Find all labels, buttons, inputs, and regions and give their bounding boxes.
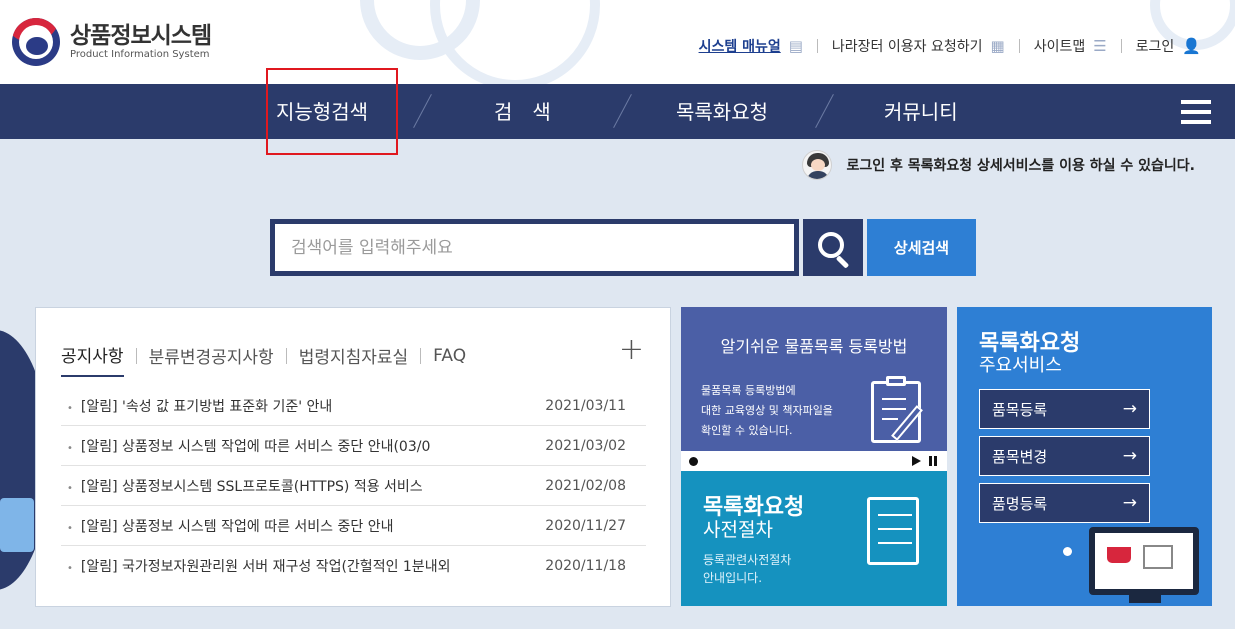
arrow-right-icon: → — [1122, 399, 1137, 419]
card-description: 물품목록 등록방법에 대한 교육영상 및 책자파일을 확인할 수 있습니다. — [701, 384, 833, 437]
slide-indicator[interactable] — [689, 457, 698, 466]
basket-icon — [1107, 547, 1131, 563]
notice-date: 2020/11/27 — [545, 517, 626, 534]
search-button[interactable] — [803, 219, 863, 276]
list-item[interactable]: [알림] 상품정보시스템 SSL프로토콜(HTTPS) 적용 서비스 2021/… — [61, 466, 646, 506]
search-icon — [818, 232, 844, 258]
card-subtitle: 사전절차 — [703, 519, 773, 541]
detail-search-button[interactable]: 상세검색 — [867, 219, 976, 276]
menu-icon[interactable] — [1181, 100, 1211, 124]
document-icon — [1143, 545, 1173, 569]
background-decoration — [0, 498, 34, 552]
list-icon: ☰ — [1093, 37, 1107, 55]
nav-divider — [815, 93, 834, 129]
main-nav: 지능형검색 검 색 목록화요청 커뮤니티 — [0, 84, 1235, 139]
arrow-right-icon: → — [1122, 493, 1137, 513]
slider-controls — [681, 451, 947, 471]
monitor-illustration — [1089, 527, 1199, 595]
item-change-button[interactable]: 품목변경 → — [979, 436, 1150, 476]
nav-divider — [613, 93, 632, 129]
card-subtitle: 주요서비스 — [979, 355, 1062, 376]
notice-title[interactable]: [알림] 상품정보 시스템 작업에 따른 서비스 중단 안내(03/0 — [61, 436, 521, 456]
nav-divider — [413, 93, 432, 129]
name-register-button[interactable]: 품명등록 → — [979, 483, 1150, 523]
tab-notices[interactable]: 공지사항 — [61, 342, 124, 377]
play-icon[interactable] — [912, 456, 921, 466]
card-description: 등록관련사전절차 안내입니다. — [703, 553, 792, 585]
notice-date: 2021/03/11 — [545, 397, 626, 414]
nav-community[interactable]: 커뮤니티 — [884, 96, 958, 125]
notice-date: 2021/03/02 — [545, 437, 626, 454]
notice-title[interactable]: [알림] 상품정보시스템 SSL프로토콜(HTTPS) 적용 서비스 — [61, 476, 521, 496]
nav-search[interactable]: 검 색 — [494, 96, 551, 125]
document-icon: ▤ — [788, 37, 803, 55]
login-link[interactable]: 로그인 — [1136, 36, 1175, 56]
search-box — [270, 219, 799, 276]
avatar-icon — [802, 150, 833, 180]
notice-panel: 공지사항 분류변경공지사항 법령지침자료실 FAQ + [알림] '속성 값 표… — [35, 307, 671, 607]
notice-date: 2020/11/18 — [545, 558, 626, 574]
tab-classification-notices[interactable]: 분류변경공지사항 — [149, 343, 274, 376]
utility-links: 시스템 매뉴얼 ▤ 나라장터 이용자 요청하기 ▦ 사이트맵 ☰ 로그인 👤 — [699, 36, 1201, 56]
login-notice: 로그인 후 목록화요청 상세서비스를 이용 하실 수 있습니다. — [802, 150, 1195, 180]
logo-subtitle: Product Information System — [70, 49, 210, 60]
tab-regulations[interactable]: 법령지침자료실 — [299, 343, 408, 376]
tab-faq[interactable]: FAQ — [433, 346, 466, 374]
user-check-icon: 👤 — [1182, 37, 1201, 55]
item-register-button[interactable]: 품목등록 → — [979, 389, 1150, 429]
sitemap-link[interactable]: 사이트맵 — [1034, 36, 1086, 56]
pause-icon[interactable] — [929, 456, 937, 466]
user-request-link[interactable]: 나라장터 이용자 요청하기 — [832, 36, 983, 56]
notice-list: [알림] '속성 값 표기방법 표준화 기준' 안내 2021/03/11 [알… — [61, 386, 646, 586]
highlight-box — [266, 68, 398, 155]
checklist-icon — [867, 497, 919, 565]
emblem-icon — [12, 18, 60, 66]
pre-procedure-card[interactable]: 목록화요청 사전절차 등록관련사전절차 안내입니다. — [681, 471, 947, 606]
list-item[interactable]: [알림] 국가정보자원관리원 서버 재구성 작업(간헐적인 1분내외 2020/… — [61, 546, 646, 586]
notice-title[interactable]: [알림] 상품정보 시스템 작업에 따른 서비스 중단 안내 — [61, 516, 521, 536]
list-item[interactable]: [알림] 상품정보 시스템 작업에 따른 서비스 중단 안내(03/0 2021… — [61, 426, 646, 466]
monitor-stand — [1129, 595, 1161, 603]
list-item[interactable]: [알림] 상품정보 시스템 작업에 따른 서비스 중단 안내 2020/11/2… — [61, 506, 646, 546]
dashboard-icon: ▦ — [990, 37, 1005, 55]
more-button[interactable]: + — [619, 332, 644, 367]
login-notice-text: 로그인 후 목록화요청 상세서비스를 이용 하실 수 있습니다. — [846, 158, 1195, 174]
main-services-card: 목록화요청 주요서비스 품목등록 → 품목변경 → 품명등록 → — [957, 307, 1212, 606]
logo-title: 상품정보시스템 — [70, 23, 212, 49]
notice-title[interactable]: [알림] 국가정보자원관리원 서버 재구성 작업(간헐적인 1분내외 — [61, 556, 521, 576]
notice-date: 2021/02/08 — [545, 477, 626, 494]
nav-catalog-request[interactable]: 목록화요청 — [676, 96, 768, 125]
header-decoration — [430, 0, 600, 84]
arrow-right-icon: → — [1122, 446, 1137, 466]
pin-icon — [1063, 547, 1072, 556]
site-logo[interactable]: 상품정보시스템 Product Information System — [12, 18, 212, 66]
system-manual-link[interactable]: 시스템 매뉴얼 — [699, 36, 781, 56]
header: 상품정보시스템 Product Information System 시스템 매… — [0, 0, 1235, 84]
notice-tabs: 공지사항 분류변경공지사항 법령지침자료실 FAQ — [61, 342, 466, 377]
search-input[interactable] — [275, 224, 794, 271]
card-title: 알기쉬운 물품목록 등록방법 — [720, 337, 908, 356]
list-item[interactable]: [알림] '속성 값 표기방법 표준화 기준' 안내 2021/03/11 — [61, 386, 646, 426]
registration-guide-card[interactable]: 알기쉬운 물품목록 등록방법 물품목록 등록방법에 대한 교육영상 및 책자파일… — [681, 307, 947, 467]
notice-title[interactable]: [알림] '속성 값 표기방법 표준화 기준' 안내 — [61, 396, 521, 416]
